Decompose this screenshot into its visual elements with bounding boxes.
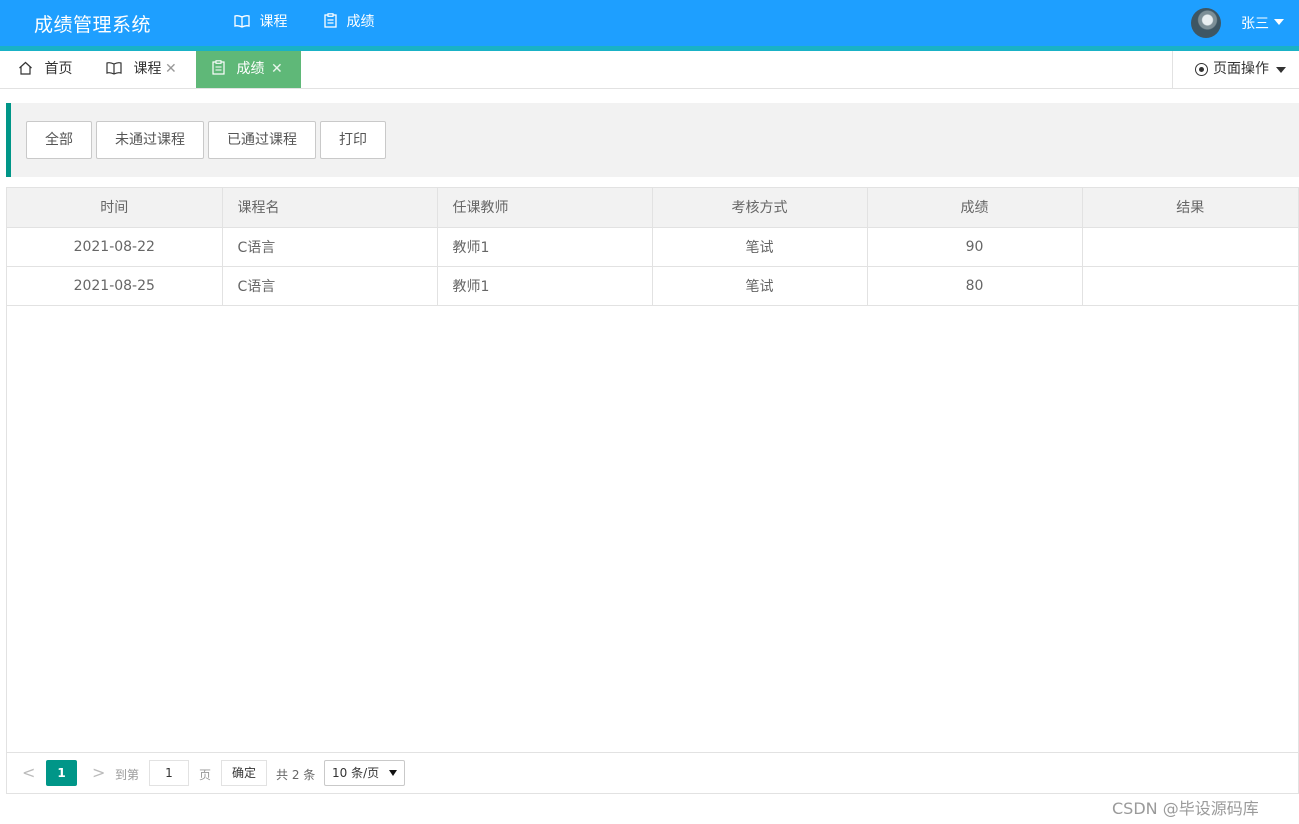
tab-courses[interactable]: 课程 ✕ (106, 51, 196, 88)
next-page-button[interactable]: > (92, 763, 105, 782)
user-name[interactable]: 张三 (1241, 13, 1269, 33)
prev-page-button[interactable]: < (22, 763, 35, 782)
page-operations-label: 页面操作 (1213, 61, 1269, 77)
column-header-teacher[interactable]: 任课教师 (437, 188, 653, 228)
tab-home[interactable]: 首页 (18, 51, 88, 88)
all-button[interactable]: 全部 (26, 121, 92, 159)
column-header-score[interactable]: 成绩 (867, 188, 1083, 228)
nav-item-label: 成绩 (346, 14, 375, 30)
passed-courses-button[interactable]: 已通过课程 (208, 121, 316, 159)
cell-score: 80 (867, 266, 1083, 306)
table-header-row: 时间 课程名 任课教师 考核方式 成绩 结果 (7, 188, 1298, 228)
page-size-value: 10 条/页 (332, 766, 380, 780)
close-icon[interactable]: ✕ (271, 51, 283, 88)
cell-result (1082, 266, 1298, 306)
app-logo: 成绩管理系统 (34, 14, 152, 36)
clipboard-icon (324, 13, 346, 30)
page-operations-dropdown[interactable]: 页面操作 (1172, 51, 1299, 88)
tab-label: 课程 (133, 61, 162, 77)
page-unit-label: 页 (199, 768, 212, 782)
filter-toolbar: 全部 未通过课程 已通过课程 打印 (6, 103, 1299, 177)
nav-item-grades[interactable]: 成绩 (303, 0, 396, 51)
goto-label: 到第 (115, 768, 140, 782)
table-row[interactable]: 2021-08-25 C语言 教师1 笔试 80 (7, 266, 1298, 306)
cell-score: 90 (867, 227, 1083, 267)
target-icon (1195, 63, 1208, 76)
book-icon (106, 61, 133, 77)
nav-item-label: 课程 (259, 14, 288, 30)
book-icon (234, 14, 259, 30)
close-icon[interactable]: ✕ (165, 51, 177, 88)
current-page-button[interactable]: 1 (46, 760, 77, 786)
tab-label: 成绩 (236, 61, 265, 77)
cell-result (1082, 227, 1298, 267)
tab-bar: 首页 课程 ✕ 成绩 ✕ 页面操作 (0, 51, 1299, 89)
tab-label: 首页 (44, 61, 73, 77)
cell-exam-type: 笔试 (652, 266, 868, 306)
watermark: CSDN @毕设源码库 (1112, 799, 1259, 818)
total-count: 共 2 条 (276, 768, 316, 782)
chevron-down-icon (1276, 67, 1286, 73)
pagination: < 1 > 到第 1 页 确定 共 2 条 10 条/页 (7, 752, 1298, 793)
cell-time: 2021-08-22 (7, 227, 223, 267)
tab-grades[interactable]: 成绩 ✕ (196, 51, 301, 88)
column-header-time[interactable]: 时间 (7, 188, 223, 228)
print-button[interactable]: 打印 (320, 121, 386, 159)
grades-table: 时间 课程名 任课教师 考核方式 成绩 结果 2021-08-22 C语言 教师… (6, 187, 1299, 794)
chevron-down-icon[interactable] (1274, 19, 1284, 25)
confirm-button[interactable]: 确定 (221, 760, 267, 786)
cell-teacher: 教师1 (437, 227, 653, 267)
table-row[interactable]: 2021-08-22 C语言 教师1 笔试 90 (7, 227, 1298, 267)
column-header-course-name[interactable]: 课程名 (222, 188, 438, 228)
avatar[interactable] (1191, 8, 1221, 38)
cell-teacher: 教师1 (437, 266, 653, 306)
failed-courses-button[interactable]: 未通过课程 (96, 121, 204, 159)
nav-item-courses[interactable]: 课程 (234, 0, 287, 46)
top-header: 成绩管理系统 课程 成绩 张三 (0, 0, 1299, 51)
cell-time: 2021-08-25 (7, 266, 223, 306)
cell-course-name: C语言 (222, 266, 438, 306)
clipboard-icon (212, 60, 236, 77)
column-header-exam-type[interactable]: 考核方式 (652, 188, 868, 228)
chevron-down-icon (389, 770, 397, 776)
home-icon (18, 61, 44, 77)
cell-exam-type: 笔试 (652, 227, 868, 267)
cell-course-name: C语言 (222, 227, 438, 267)
column-header-result[interactable]: 结果 (1082, 188, 1298, 228)
goto-page-input[interactable]: 1 (149, 760, 189, 786)
page-size-select[interactable]: 10 条/页 (324, 760, 405, 786)
